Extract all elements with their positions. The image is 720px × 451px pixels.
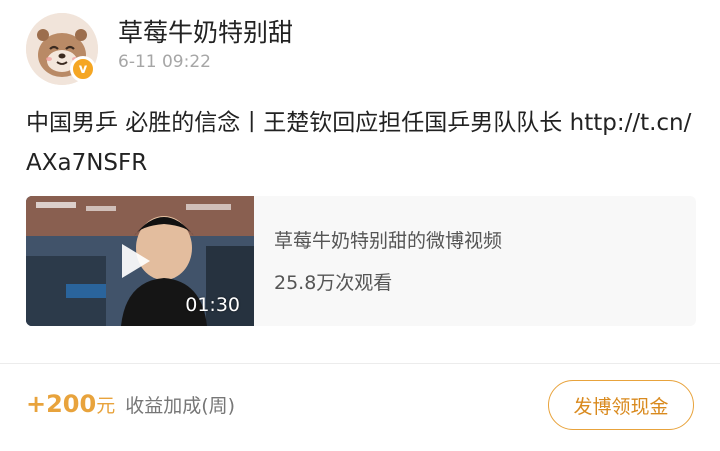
video-duration: 01:30: [185, 294, 240, 316]
play-icon[interactable]: [122, 244, 150, 278]
username[interactable]: 草莓牛奶特别甜: [118, 13, 293, 49]
divider: [0, 363, 720, 364]
reward-amount: +200: [26, 390, 97, 418]
post-text[interactable]: 中国男乒 必胜的信念丨王楚钦回应担任国乒男队队长 http://t.cn/AXa…: [26, 103, 696, 183]
video-view-count: 25.8万次观看: [274, 272, 393, 294]
video-card[interactable]: 01:30 草莓牛奶特别甜的微博视频 25.8万次观看: [26, 196, 696, 326]
weibo-post: v 草莓牛奶特别甜 6-11 09:22 中国男乒 必胜的信念丨王楚钦回应担任国…: [0, 0, 720, 451]
video-thumbnail[interactable]: 01:30: [26, 196, 254, 326]
verified-badge-icon: v: [70, 56, 96, 82]
video-card-title[interactable]: 草莓牛奶特别甜的微博视频: [274, 226, 502, 253]
reward-label: 收益加成(周): [125, 395, 236, 417]
post-timestamp: 6-11 09:22: [118, 52, 211, 72]
cash-button[interactable]: 发博领现金: [548, 380, 694, 430]
reward-info: +200 元 收益加成(周): [26, 390, 235, 418]
reward-unit: 元: [96, 395, 116, 417]
